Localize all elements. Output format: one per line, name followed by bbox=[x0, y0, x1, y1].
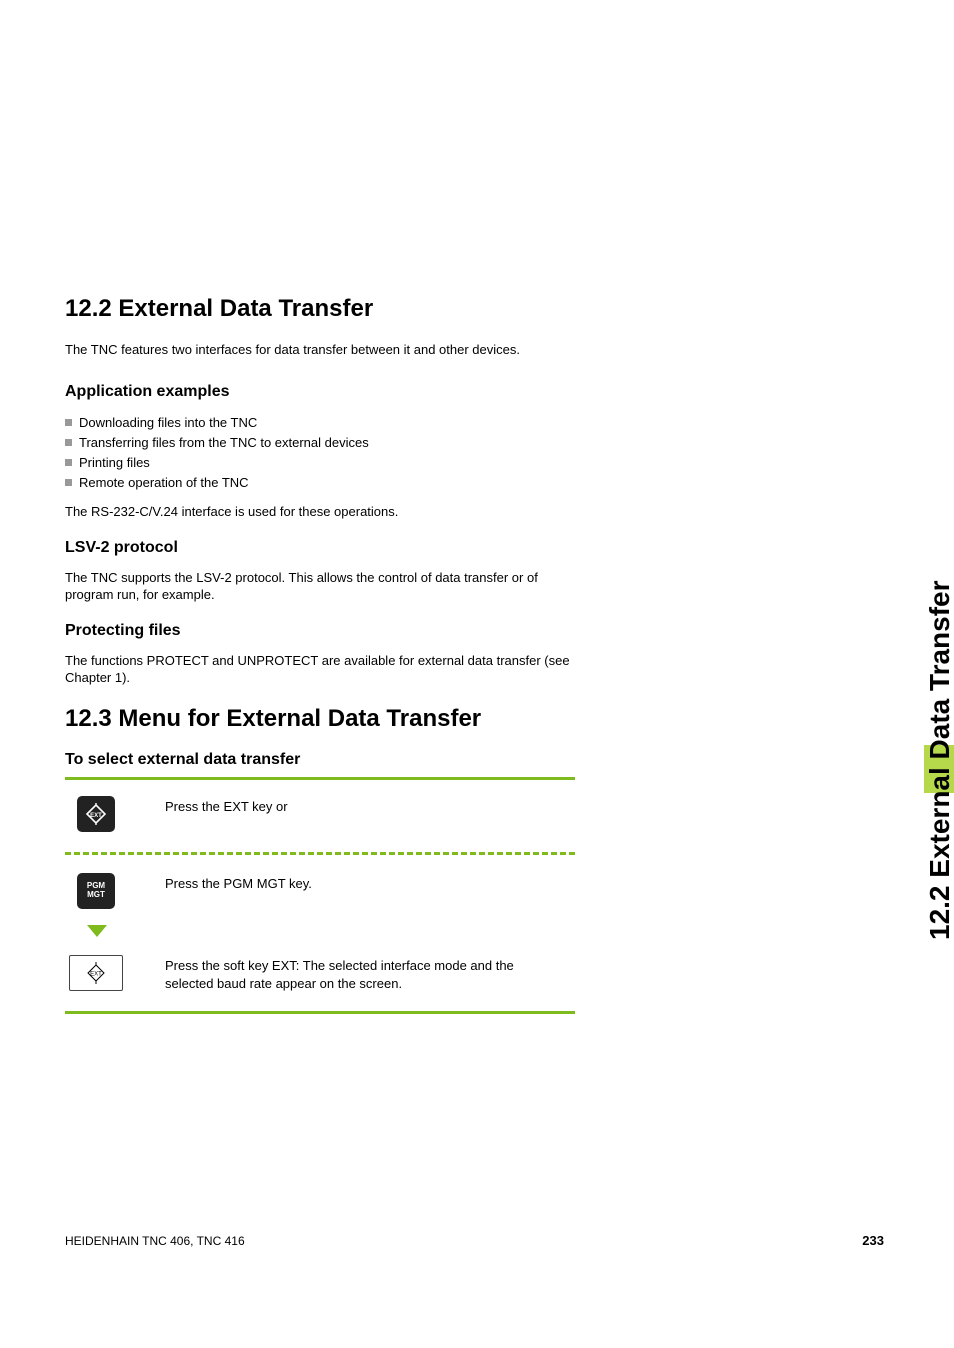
heading-12-3: 12.3 Menu for External Data Transfer bbox=[65, 705, 575, 733]
ext-softkey-icon: EXT bbox=[69, 955, 123, 991]
heading-lsv2: LSV-2 protocol bbox=[65, 539, 575, 557]
intro-text: The TNC features two interfaces for data… bbox=[65, 341, 575, 359]
step-text: Press the PGM MGT key. bbox=[165, 873, 312, 893]
ext-key: EXT bbox=[69, 796, 123, 832]
pgm-mgt-key: PGM MGT bbox=[69, 873, 123, 909]
green-rule bbox=[65, 1011, 575, 1014]
protecting-files-body: The functions PROTECT and UNPROTECT are … bbox=[65, 652, 575, 687]
heading-select-external: To select external data transfer bbox=[65, 751, 575, 769]
step-row-ext-key: EXT Press the EXT key or bbox=[65, 788, 575, 842]
dashed-rule bbox=[65, 852, 575, 855]
pgm-mgt-key-icon: PGM MGT bbox=[77, 873, 115, 909]
page-footer: HEIDENHAIN TNC 406, TNC 416 233 bbox=[65, 1233, 884, 1248]
list-item: Downloading files into the TNC bbox=[65, 413, 575, 433]
green-rule bbox=[65, 777, 575, 780]
ext-softkey: EXT bbox=[69, 955, 123, 991]
svg-text:EXT: EXT bbox=[90, 971, 102, 977]
main-content-column: 12.2 External Data Transfer The TNC feat… bbox=[65, 295, 575, 1014]
step-text: Press the soft key EXT: The selected int… bbox=[165, 955, 565, 993]
vertical-section-title: 12.2 External Data Transfer bbox=[924, 620, 954, 940]
page-number: 233 bbox=[862, 1233, 884, 1248]
pgm-label-line2: MGT bbox=[87, 890, 105, 899]
step-text: Press the EXT key or bbox=[165, 796, 288, 816]
lsv2-body: The TNC supports the LSV-2 protocol. Thi… bbox=[65, 569, 575, 604]
application-examples-list: Downloading files into the TNC Transferr… bbox=[65, 413, 575, 494]
list-item: Printing files bbox=[65, 453, 575, 473]
heading-protecting-files: Protecting files bbox=[65, 622, 575, 640]
list-item: Transferring files from the TNC to exter… bbox=[65, 433, 575, 453]
step-row-ext-softkey: EXT Press the soft key EXT: The selected… bbox=[65, 947, 575, 1003]
list-item: Remote operation of the TNC bbox=[65, 473, 575, 493]
footer-left-text: HEIDENHAIN TNC 406, TNC 416 bbox=[65, 1234, 245, 1248]
heading-application-examples: Application examples bbox=[65, 383, 575, 401]
heading-12-2: 12.2 External Data Transfer bbox=[65, 295, 575, 323]
svg-text:EXT: EXT bbox=[90, 813, 102, 819]
chevron-down-icon bbox=[87, 925, 107, 937]
rs232-note: The RS-232-C/V.24 interface is used for … bbox=[65, 503, 575, 521]
ext-key-icon: EXT bbox=[77, 796, 115, 832]
step-row-pgm-mgt-key: PGM MGT Press the PGM MGT key. bbox=[65, 865, 575, 919]
